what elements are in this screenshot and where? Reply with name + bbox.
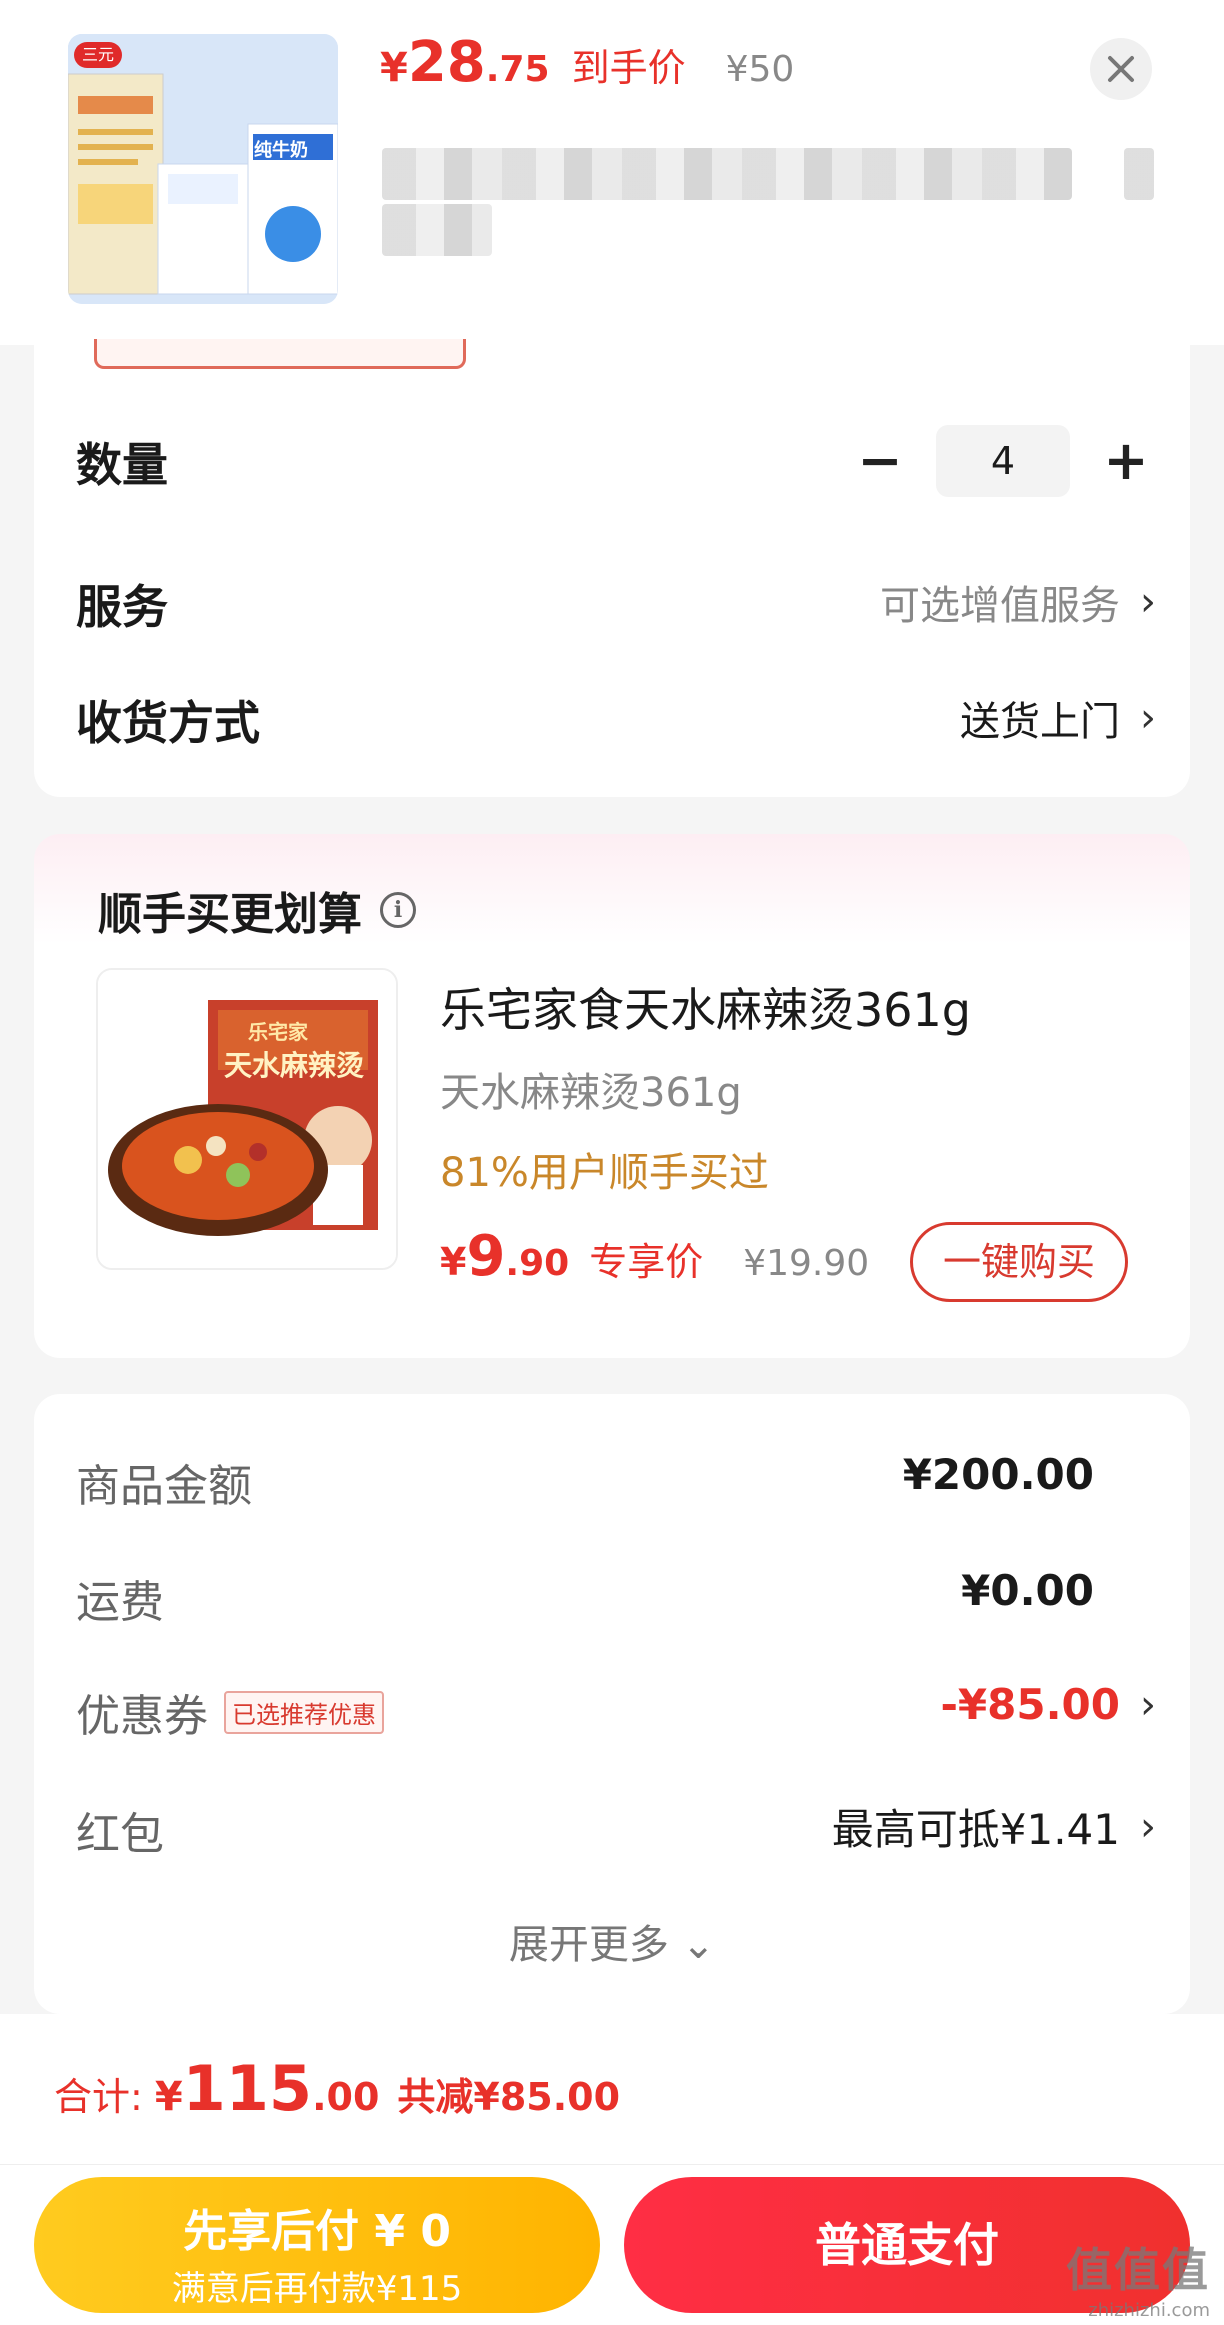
coupon-value: -¥85.00 — [940, 1680, 1120, 1729]
product-thumbnail: 三元 纯牛奶 — [68, 34, 338, 304]
addon-section-title: 顺手买更划算 i — [98, 878, 416, 942]
price-decimal: .75 — [485, 49, 550, 90]
selected-spec-edge[interactable] — [94, 339, 466, 369]
pay-later-button[interactable]: 先享后付 ¥ 0 满意后再付款¥115 — [34, 2177, 600, 2313]
goods-amount-label: 商品金额 — [76, 1461, 252, 1512]
watermark-text: 值值值 — [1066, 2243, 1210, 2297]
coupon-recommend-badge: 已选推荐优惠 — [224, 1690, 384, 1734]
redpacket-value: 最高可抵¥1.41 — [831, 1805, 1120, 1854]
product-header: 三元 纯牛奶 ¥ 28 .75 到手价 ¥50 — [0, 0, 1224, 345]
redpacket-selector[interactable]: 最高可抵¥1.41 › — [832, 1796, 1156, 1857]
quantity-minus-button[interactable]: − — [850, 426, 910, 496]
addon-title-text: 顺手买更划算 — [98, 889, 362, 940]
service-selector[interactable]: 可选增值服务 › — [880, 573, 1156, 631]
quantity-stepper[interactable]: − 4 + — [850, 425, 1156, 497]
total-label: 合计: — [54, 2075, 143, 2119]
addon-original-price: ¥19.90 — [743, 1243, 870, 1284]
close-button[interactable] — [1090, 38, 1152, 100]
shipping-label: 运费 — [76, 1577, 164, 1628]
price-integer: 28 — [407, 30, 486, 95]
price-row: ¥ 28 .75 到手价 ¥50 — [380, 30, 794, 110]
delivery-selector[interactable]: 送货上门 › — [960, 689, 1156, 747]
addon-card: 顺手买更划算 i 乐宅家 天水麻辣烫 乐宅家食天水麻辣烫361g 天水麻辣烫36… — [34, 834, 1190, 1358]
total-bar: 合计: ¥ 115 .00 共减¥85.00 — [0, 2014, 1224, 2164]
addon-price-tag: 专享价 — [589, 1240, 704, 1284]
redacted-title-line-2 — [382, 204, 492, 256]
redpacket-label: 红包 — [76, 1809, 164, 1860]
total-decimal: .00 — [312, 2075, 380, 2119]
addon-price-decimal: .90 — [505, 1243, 570, 1284]
package-brand-text: 乐宅家 — [248, 1020, 308, 1044]
watermark-url: zhizhizhi.com — [1088, 2300, 1210, 2321]
expand-more-link[interactable]: 展开更多 ⌄ — [34, 1912, 1190, 1970]
order-options-card: 数量 − 4 + 服务 可选增值服务 › 收货方式 送货上门 › — [34, 339, 1190, 797]
addon-price-integer: 9 — [466, 1224, 506, 1289]
price-tag: 到手价 — [571, 46, 686, 90]
original-price: ¥50 — [725, 49, 795, 90]
watermark: 值值值 zhizhizhi.com — [1066, 2234, 1210, 2321]
service-value: 可选增值服务 — [880, 583, 1120, 629]
addon-price: ¥ 9 .90 专享价 ¥19.90 — [440, 1224, 869, 1289]
quantity-value[interactable]: 4 — [936, 425, 1070, 497]
brand-logo: 三元 — [74, 42, 122, 68]
order-total: 合计: ¥ 115 .00 共减¥85.00 — [54, 2052, 620, 2125]
chevron-right-icon: › — [1140, 1681, 1156, 1728]
delivery-value: 送货上门 — [960, 699, 1120, 745]
quantity-label: 数量 — [76, 438, 168, 492]
quantity-plus-button[interactable]: + — [1096, 426, 1156, 496]
chevron-right-icon: › — [1140, 1803, 1156, 1850]
shipping-value: ¥0.00 — [961, 1566, 1094, 1615]
payment-actions: 先享后付 ¥ 0 满意后再付款¥115 普通支付 值值值 zhizhizhi.c… — [0, 2164, 1224, 2325]
addon-product-image[interactable]: 乐宅家 天水麻辣烫 — [96, 968, 398, 1270]
chevron-right-icon: › — [1140, 579, 1156, 625]
redacted-title-line-1 — [382, 148, 1072, 200]
info-icon[interactable]: i — [380, 892, 416, 928]
coupon-label: 优惠券 — [76, 1691, 208, 1742]
package-title-text: 天水麻辣烫 — [224, 1049, 365, 1082]
chevron-right-icon: › — [1140, 695, 1156, 741]
delivery-label: 收货方式 — [76, 696, 260, 750]
close-icon — [1108, 56, 1134, 82]
total-saving: 共减¥85.00 — [397, 2075, 621, 2119]
price-currency: ¥ — [380, 45, 408, 91]
malatang-package-illustration — [98, 970, 396, 1268]
cost-summary-card: 商品金额 ¥200.00 运费 ¥0.00 优惠券 已选推荐优惠 -¥85.00… — [34, 1394, 1190, 2014]
addon-purchase-note: 81%用户顺手买过 — [440, 1150, 769, 1196]
total-currency: ¥ — [154, 2074, 183, 2120]
coupon-row-label: 优惠券 已选推荐优惠 — [76, 1680, 384, 1744]
addon-product-name[interactable]: 乐宅家食天水麻辣烫361g — [440, 974, 971, 1040]
coupon-selector[interactable]: -¥85.00 › — [940, 1680, 1156, 1729]
goods-amount-value: ¥200.00 — [902, 1450, 1094, 1499]
pay-later-title: 先享后付 ¥ 0 — [183, 2206, 451, 2257]
one-click-buy-button[interactable]: 一键购买 — [910, 1222, 1128, 1302]
pay-later-subtitle: 满意后再付款¥115 — [171, 2269, 463, 2309]
service-label: 服务 — [76, 580, 168, 634]
total-integer: 115 — [182, 2052, 313, 2125]
thumbnail-product-text: 纯牛奶 — [254, 140, 308, 161]
redacted-title-fragment — [1124, 148, 1154, 200]
addon-product-spec: 天水麻辣烫361g — [440, 1070, 742, 1116]
milk-box-illustration — [68, 34, 338, 304]
addon-price-currency: ¥ — [440, 1240, 467, 1284]
